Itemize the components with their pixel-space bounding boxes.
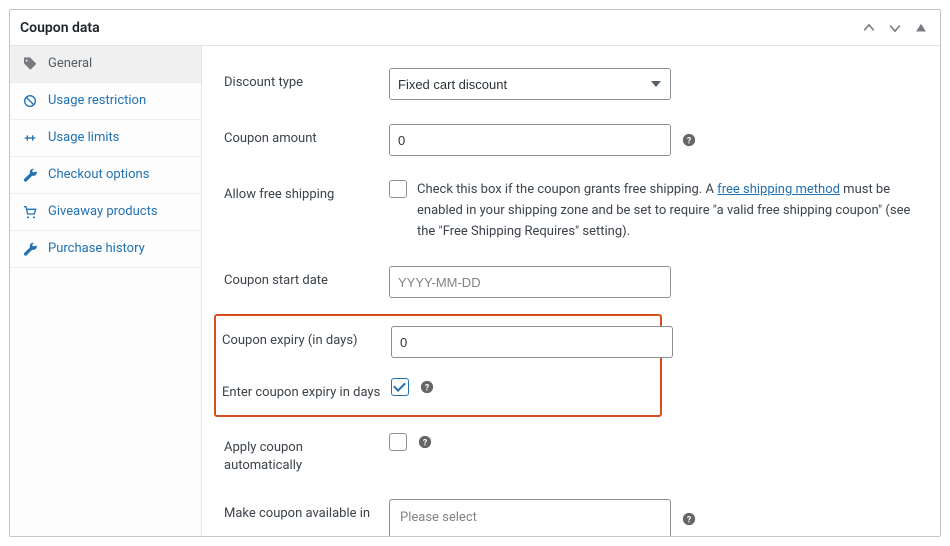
- tab-label: Giveaway products: [48, 204, 158, 220]
- label-available-in: Make coupon available in: [224, 499, 389, 523]
- available-in-select[interactable]: Please select: [389, 499, 671, 536]
- svg-text:?: ?: [425, 384, 430, 394]
- tab-label: Usage limits: [48, 130, 119, 146]
- tag-icon: [22, 56, 38, 72]
- tab-label: Checkout options: [48, 167, 149, 183]
- wrench-icon: [22, 241, 38, 257]
- coupon-amount-input[interactable]: [389, 124, 671, 156]
- tab-label: Usage restriction: [48, 93, 146, 109]
- tab-checkout-options[interactable]: Checkout options: [10, 157, 201, 194]
- label-coupon-amount: Coupon amount: [224, 124, 389, 148]
- svg-text:?: ?: [687, 137, 692, 147]
- field-allow-free-shipping: Allow free shipping Check this box if th…: [224, 170, 922, 256]
- tab-label: Purchase history: [48, 241, 145, 257]
- coupon-data-panel: Coupon data General: [9, 9, 941, 537]
- cart-icon: [22, 204, 38, 220]
- label-enter-expiry-days: Enter coupon expiry in days: [222, 378, 391, 402]
- expiry-highlight-box: Coupon expiry (in days) Enter coupon exp…: [214, 314, 662, 416]
- help-icon[interactable]: ?: [417, 434, 433, 450]
- move-down-icon[interactable]: [886, 19, 904, 37]
- limits-icon: [22, 130, 38, 146]
- tabs-sidebar: General Usage restriction Usage limits C…: [10, 46, 202, 536]
- free-shipping-description: Check this box if the coupon grants free…: [417, 180, 922, 242]
- panel-title: Coupon data: [20, 20, 100, 36]
- label-start-date: Coupon start date: [224, 266, 389, 290]
- help-icon[interactable]: ?: [681, 511, 697, 527]
- apply-auto-checkbox[interactable]: [389, 433, 407, 451]
- label-apply-auto: Apply coupon automatically: [224, 433, 389, 475]
- collapse-toggle-icon[interactable]: [912, 19, 930, 37]
- svg-text:?: ?: [687, 515, 692, 525]
- panel-body: General Usage restriction Usage limits C…: [10, 46, 940, 536]
- tab-purchase-history[interactable]: Purchase history: [10, 231, 201, 268]
- ban-icon: [22, 93, 38, 109]
- free-shipping-checkbox[interactable]: [389, 180, 407, 198]
- wrench-icon: [22, 167, 38, 183]
- expiry-days-input[interactable]: [391, 326, 673, 358]
- field-coupon-amount: Coupon amount ?: [224, 114, 922, 170]
- label-free-shipping: Allow free shipping: [224, 180, 389, 204]
- tab-label: General: [48, 56, 92, 72]
- panel-actions: [860, 19, 930, 37]
- field-enter-expiry-days: Enter coupon expiry in days ?: [222, 368, 652, 404]
- field-expiry-days: Coupon expiry (in days): [222, 322, 652, 368]
- label-expiry-days: Coupon expiry (in days): [222, 326, 391, 350]
- label-discount-type: Discount type: [224, 68, 389, 92]
- tab-usage-limits[interactable]: Usage limits: [10, 120, 201, 157]
- tab-general[interactable]: General: [10, 46, 201, 83]
- move-up-icon[interactable]: [860, 19, 878, 37]
- tab-usage-restriction[interactable]: Usage restriction: [10, 83, 201, 120]
- enter-expiry-days-checkbox[interactable]: [391, 378, 409, 396]
- svg-text:?: ?: [423, 438, 428, 448]
- discount-type-select[interactable]: Fixed cart discount: [389, 68, 671, 100]
- field-start-date: Coupon start date: [224, 256, 922, 312]
- start-date-input[interactable]: [389, 266, 671, 298]
- panel-header: Coupon data: [10, 10, 940, 46]
- tab-giveaway-products[interactable]: Giveaway products: [10, 194, 201, 231]
- help-icon[interactable]: ?: [681, 132, 697, 148]
- general-settings: Discount type Fixed cart discount Coupon…: [202, 46, 940, 536]
- help-icon[interactable]: ?: [419, 379, 435, 395]
- field-apply-auto: Apply coupon automatically ?: [224, 423, 922, 489]
- field-discount-type: Discount type Fixed cart discount: [224, 58, 922, 114]
- free-shipping-method-link[interactable]: free shipping method: [717, 182, 840, 197]
- field-available-in: Make coupon available in Please select ?: [224, 489, 922, 536]
